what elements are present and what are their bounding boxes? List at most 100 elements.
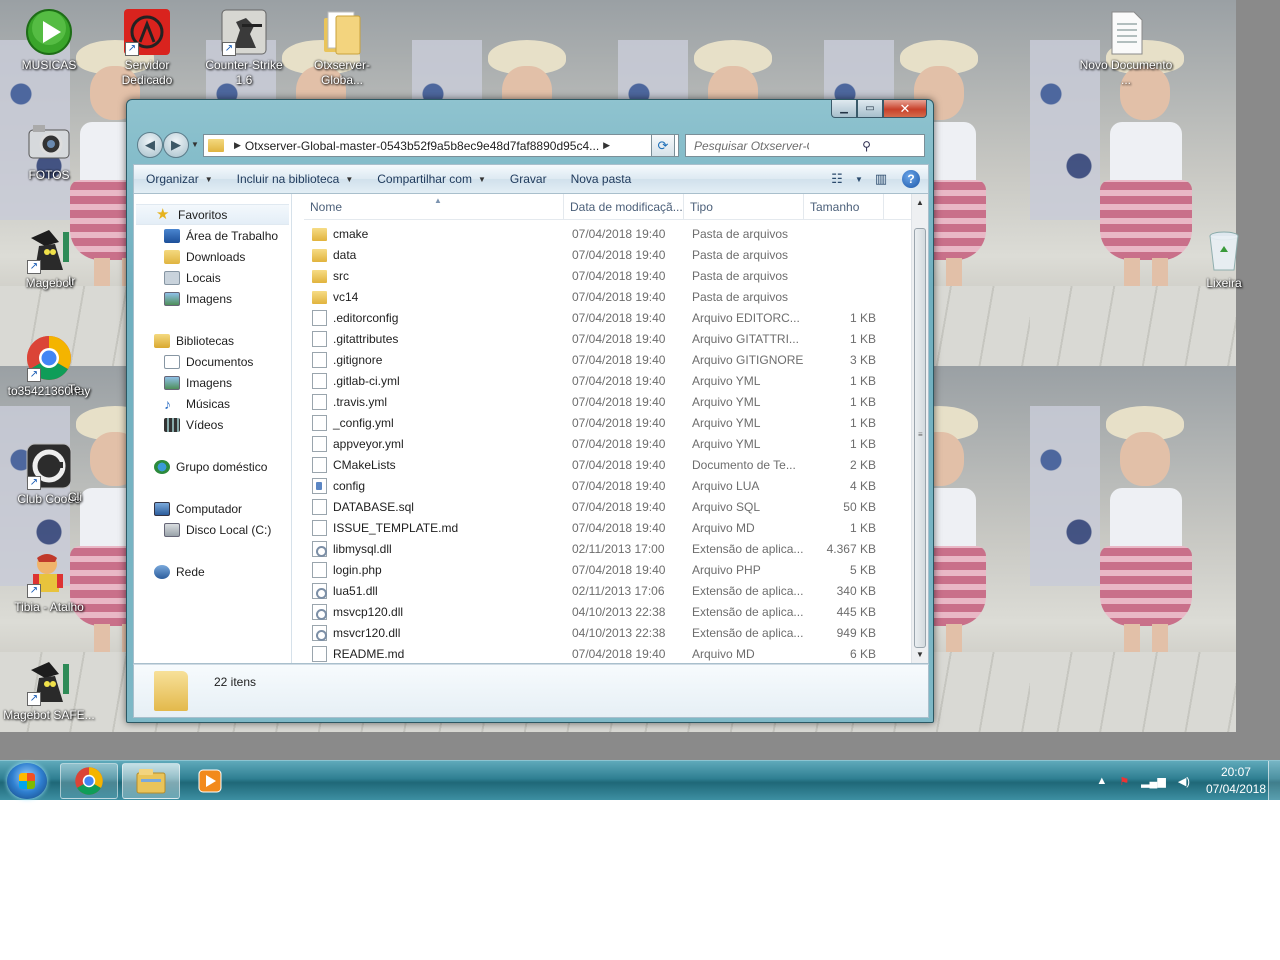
taskbar-chrome-button[interactable]	[60, 763, 118, 799]
search-input[interactable]: Pesquisar Otxserver-Global-master-05...	[694, 139, 809, 153]
file-icon	[312, 330, 327, 347]
dll-file-icon	[312, 582, 327, 599]
nav-images[interactable]: Imagens	[134, 288, 291, 309]
file-row[interactable]: DATABASE.sql 07/04/2018 19:40 Arquivo SQL 5…	[304, 496, 912, 517]
vertical-scrollbar[interactable]: ▲ ≡ ▼	[911, 194, 928, 663]
desktop-icon-counter-strike[interactable]: ↗ Counter-Strike 1.6	[196, 8, 292, 88]
search-icon[interactable]: ⚲	[809, 139, 924, 153]
desktop-icon-novo-documento[interactable]: Novo Documento ...	[1078, 8, 1174, 88]
breadcrumb-chevron-icon[interactable]: ▶	[603, 140, 610, 151]
desktop-icon-label: FOTOS	[28, 168, 70, 182]
scroll-up-button[interactable]: ▲	[912, 194, 928, 211]
file-row[interactable]: ISSUE_TEMPLATE.md 07/04/2018 19:40 Arquivo…	[304, 517, 912, 538]
new-folder-button[interactable]: Nova pasta	[559, 165, 644, 193]
file-row[interactable]: .gitignore 07/04/2018 19:40 Arquivo GITIGN…	[304, 349, 912, 370]
network-signal-icon[interactable]: ▂▄▆	[1141, 775, 1166, 788]
forward-button[interactable]: ▶	[163, 132, 189, 158]
file-row[interactable]: cmake 07/04/2018 19:40 Pasta de arquivos	[304, 223, 912, 244]
breadcrumb-chevron-icon[interactable]: ▶	[234, 140, 241, 151]
recent-pages-dropdown[interactable]: ▼	[191, 140, 199, 149]
share-with-button[interactable]: Compartilhar com ▼	[365, 165, 498, 193]
club-cooee-icon: ↗	[25, 442, 73, 490]
file-row[interactable]: appveyor.yml 07/04/2018 19:40 Arquivo YML 1…	[304, 433, 912, 454]
scrollbar-thumb[interactable]: ≡	[914, 228, 926, 648]
file-row[interactable]: .gitattributes 07/04/2018 19:40 Arquivo GI…	[304, 328, 912, 349]
refresh-icon: ⟳	[657, 138, 669, 153]
help-button[interactable]: ?	[902, 170, 920, 188]
desktop-icon-otxserver-folder[interactable]: Otxserver-Globa...	[294, 8, 390, 88]
start-button[interactable]	[7, 763, 47, 799]
show-hidden-icons-button[interactable]: ▲	[1096, 775, 1107, 787]
maximize-button[interactable]: ▭	[857, 100, 883, 118]
desktop-icon-lixeira[interactable]: Lixeira	[1176, 226, 1272, 291]
file-row[interactable]: .travis.yml 07/04/2018 19:40 Arquivo YML 1 …	[304, 391, 912, 412]
file-type: Pasta de arquivos	[692, 247, 789, 262]
file-row[interactable]: msvcp120.dll 04/10/2013 22:38 Extensão de …	[304, 601, 912, 622]
column-header-name[interactable]: ▲ Nome	[304, 194, 564, 220]
file-row[interactable]: .editorconfig 07/04/2018 19:40 Arquivo EDI…	[304, 307, 912, 328]
desktop-icon-musicas[interactable]: MUSICAS	[1, 8, 97, 73]
nav-library-images[interactable]: Imagens	[134, 372, 291, 393]
address-bar[interactable]: ▶ Otxserver-Global-master-0543b52f9a5b8e…	[203, 134, 679, 157]
file-name: .editorconfig	[333, 310, 399, 325]
nav-downloads[interactable]: Downloads	[134, 246, 291, 267]
preview-pane-button[interactable]: ▥	[866, 168, 896, 190]
scrollbar-grip-icon: ≡	[918, 430, 923, 439]
file-type: Arquivo YML	[692, 415, 761, 430]
file-size: 50 KB	[843, 499, 876, 514]
nav-network[interactable]: Rede	[134, 561, 291, 582]
column-header-type[interactable]: Tipo	[684, 194, 804, 220]
desktop-icon-servidor-dedicado[interactable]: ↗ Servidor Dedicado	[99, 8, 195, 88]
file-row[interactable]: .gitlab-ci.yml 07/04/2018 19:40 Arquivo YM…	[304, 370, 912, 391]
include-in-library-button[interactable]: Incluir na biblioteca ▼	[225, 165, 366, 193]
burn-button[interactable]: Gravar	[498, 165, 559, 193]
change-view-button[interactable]: ☷	[822, 168, 852, 190]
file-row[interactable]: CMakeLists 07/04/2018 19:40 Documento de T…	[304, 454, 912, 475]
file-date: 07/04/2018 19:40	[572, 352, 666, 367]
volume-icon[interactable]: ◀)	[1178, 775, 1190, 788]
file-row[interactable]: login.php 07/04/2018 19:40 Arquivo PHP 5 KB	[304, 559, 912, 580]
file-row[interactable]: config 07/04/2018 19:40 Arquivo LUA 4 KB	[304, 475, 912, 496]
close-button[interactable]: ✕	[883, 100, 927, 118]
nav-libraries[interactable]: Bibliotecas	[134, 330, 291, 351]
breadcrumb-current[interactable]: Otxserver-Global-master-0543b52f9a5b8ec9…	[245, 139, 599, 153]
desktop-icon-tibia[interactable]: ↗ Tibia - Atalho	[1, 550, 97, 615]
column-header-date[interactable]: Data de modificaçã...	[564, 194, 684, 220]
nav-desktop[interactable]: Área de Trabalho	[134, 225, 291, 246]
organize-button[interactable]: Organizar ▼	[134, 165, 225, 193]
nav-local-disk[interactable]: Disco Local (C:)	[134, 519, 291, 540]
taskbar-media-player-button[interactable]	[184, 763, 236, 799]
action-center-icon[interactable]: ⚑	[1119, 775, 1129, 788]
show-desktop-button[interactable]	[1268, 761, 1280, 801]
desktop-icon-fotos[interactable]: FOTOS	[1, 118, 97, 183]
file-row[interactable]: README.md 07/04/2018 19:40 Arquivo MD 6 KB	[304, 643, 912, 664]
file-row[interactable]: data 07/04/2018 19:40 Pasta de arquivos	[304, 244, 912, 265]
taskbar-explorer-button[interactable]	[122, 763, 180, 799]
desktop-icon-label: Magebot SAFE...	[3, 708, 95, 722]
media-player-icon	[198, 769, 222, 793]
scroll-down-button[interactable]: ▼	[912, 646, 928, 663]
nav-videos[interactable]: Vídeos	[134, 414, 291, 435]
file-row[interactable]: msvcr120.dll 04/10/2013 22:38 Extensão de …	[304, 622, 912, 643]
refresh-button[interactable]: ⟳	[651, 134, 675, 157]
explorer-window[interactable]: ▁ ▭ ✕ ◀ ▶ ▼ ▶ Otxserver-Global-master-05…	[126, 99, 934, 723]
file-row[interactable]: vc14 07/04/2018 19:40 Pasta de arquivos	[304, 286, 912, 307]
minimize-button[interactable]: ▁	[831, 100, 857, 118]
file-row[interactable]: src 07/04/2018 19:40 Pasta de arquivos	[304, 265, 912, 286]
file-row[interactable]: _config.yml 07/04/2018 19:40 Arquivo YML 1 …	[304, 412, 912, 433]
back-button[interactable]: ◀	[137, 132, 163, 158]
view-options-dropdown[interactable]: ▼	[852, 168, 866, 190]
nav-music[interactable]: ♪ Músicas	[134, 393, 291, 414]
nav-homegroup[interactable]: Grupo doméstico	[134, 456, 291, 477]
nav-favorites[interactable]: ★ Favoritos	[136, 204, 289, 225]
nav-locations[interactable]: Locais	[134, 267, 291, 288]
file-name: DATABASE.sql	[333, 499, 414, 514]
column-header-size[interactable]: Tamanho	[804, 194, 884, 220]
nav-computer[interactable]: Computador	[134, 498, 291, 519]
file-row[interactable]: lua51.dll 02/11/2013 17:06 Extensão de apl…	[304, 580, 912, 601]
file-row[interactable]: libmysql.dll 02/11/2013 17:00 Extensão de …	[304, 538, 912, 559]
clock[interactable]: 20:07 07/04/2018	[1206, 764, 1266, 798]
search-box[interactable]: Pesquisar Otxserver-Global-master-05... …	[685, 134, 925, 157]
desktop-icon-magebot-safe[interactable]: ↗ Magebot SAFE...	[1, 658, 97, 723]
nav-documents[interactable]: Documentos	[134, 351, 291, 372]
